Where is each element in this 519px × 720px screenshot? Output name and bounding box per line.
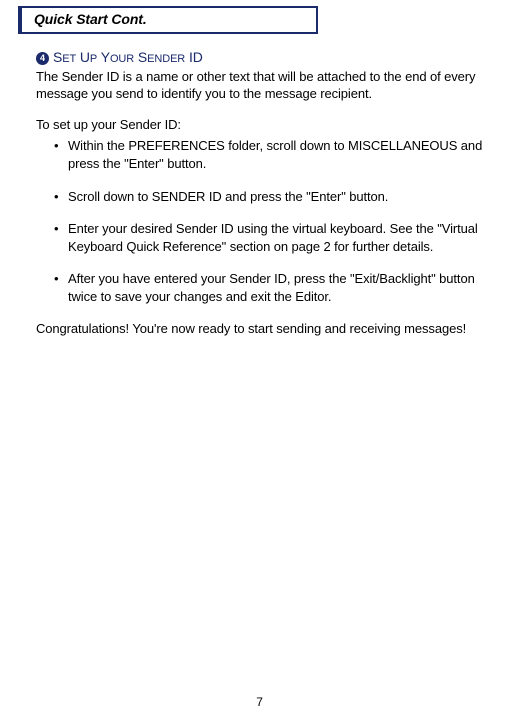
instruction-list: Within the PREFERENCES folder, scroll do… <box>36 137 491 305</box>
list-item: Scroll down to SENDER ID and press the "… <box>54 188 491 206</box>
page-content: 4 SET UP YOUR SENDER ID The Sender ID is … <box>36 34 491 338</box>
step-heading: 4 SET UP YOUR SENDER ID <box>36 48 491 67</box>
section-header-box: Quick Start Cont. <box>18 6 318 34</box>
list-item: Enter your desired Sender ID using the v… <box>54 220 491 255</box>
section-header-title: Quick Start Cont. <box>34 11 147 27</box>
step-number-badge: 4 <box>36 52 49 65</box>
page-number: 7 <box>0 694 519 710</box>
list-lead-in: To set up your Sender ID: <box>36 116 491 134</box>
intro-paragraph: The Sender ID is a name or other text th… <box>36 68 491 103</box>
closing-paragraph: Congratulations! You're now ready to sta… <box>36 320 491 338</box>
list-item: Within the PREFERENCES folder, scroll do… <box>54 137 491 172</box>
list-item: After you have entered your Sender ID, p… <box>54 270 491 305</box>
step-heading-text: SET UP YOUR SENDER ID <box>53 49 203 65</box>
